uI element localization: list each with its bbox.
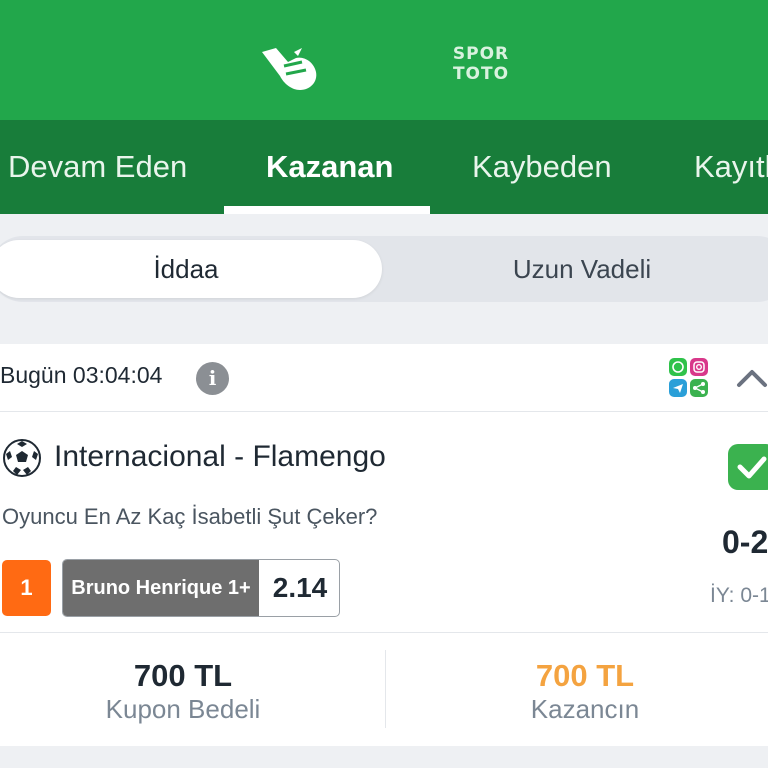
win-amount: 700 TL xyxy=(535,658,635,693)
coupon-card: Bugün 03:04:04 i Internacional - Flameng… xyxy=(0,344,768,746)
app-header: SPOR TOTO xyxy=(0,0,768,120)
coupon-header: Bugün 03:04:04 i xyxy=(0,344,768,412)
pick-label: Bruno Henrique 1+ xyxy=(63,560,259,616)
telegram-icon[interactable] xyxy=(669,379,687,397)
coupon-date: Bugün 03:04:04 xyxy=(0,362,163,388)
divider xyxy=(0,632,768,633)
spor-toto-line1: SPOR xyxy=(452,44,510,64)
tab-devam-eden[interactable]: Devam Eden xyxy=(8,120,187,214)
match-score: 0-2 xyxy=(722,524,768,560)
stake-amount: 700 TL xyxy=(133,658,233,693)
pick-box: Bruno Henrique 1+ 2.14 xyxy=(62,559,340,617)
info-icon[interactable]: i xyxy=(196,362,229,395)
segment-iddaa[interactable]: İddaa xyxy=(0,240,372,298)
divider xyxy=(385,650,386,728)
win-label: Kazancın xyxy=(530,694,640,724)
half-time-score: İY: 0-1 xyxy=(710,584,768,607)
segment-uzun-vadeli[interactable]: Uzun Vadeli xyxy=(396,240,768,298)
chevron-up-icon[interactable] xyxy=(736,366,768,388)
tab-kayitli[interactable]: Kayıtl xyxy=(694,120,768,214)
share-icons xyxy=(669,358,711,398)
selection-number-badge: 1 xyxy=(2,560,51,616)
match-title: Internacional - Flamengo xyxy=(54,440,386,473)
instagram-icon[interactable] xyxy=(690,358,708,376)
pick-odd: 2.14 xyxy=(272,572,328,603)
stake-label: Kupon Bedeli xyxy=(105,694,261,724)
spor-toto-logo[interactable]: SPOR TOTO xyxy=(448,44,514,96)
tab-kaybeden[interactable]: Kaybeden xyxy=(472,120,612,214)
iddaa-hand-icon[interactable] xyxy=(258,44,320,94)
market-question: Oyuncu En Az Kaç İsabetli Şut Çeker? xyxy=(2,504,378,529)
tab-kazanan[interactable]: Kazanan xyxy=(266,120,393,214)
whatsapp-icon[interactable] xyxy=(669,358,687,376)
active-tab-indicator xyxy=(224,206,430,214)
check-icon xyxy=(728,444,768,490)
spor-toto-line2: TOTO xyxy=(452,64,510,84)
status-tabs: Devam Eden Kazanan Kaybeden Kayıtl xyxy=(0,120,768,214)
soccer-ball-icon xyxy=(2,438,42,478)
share-icon[interactable] xyxy=(690,379,708,397)
